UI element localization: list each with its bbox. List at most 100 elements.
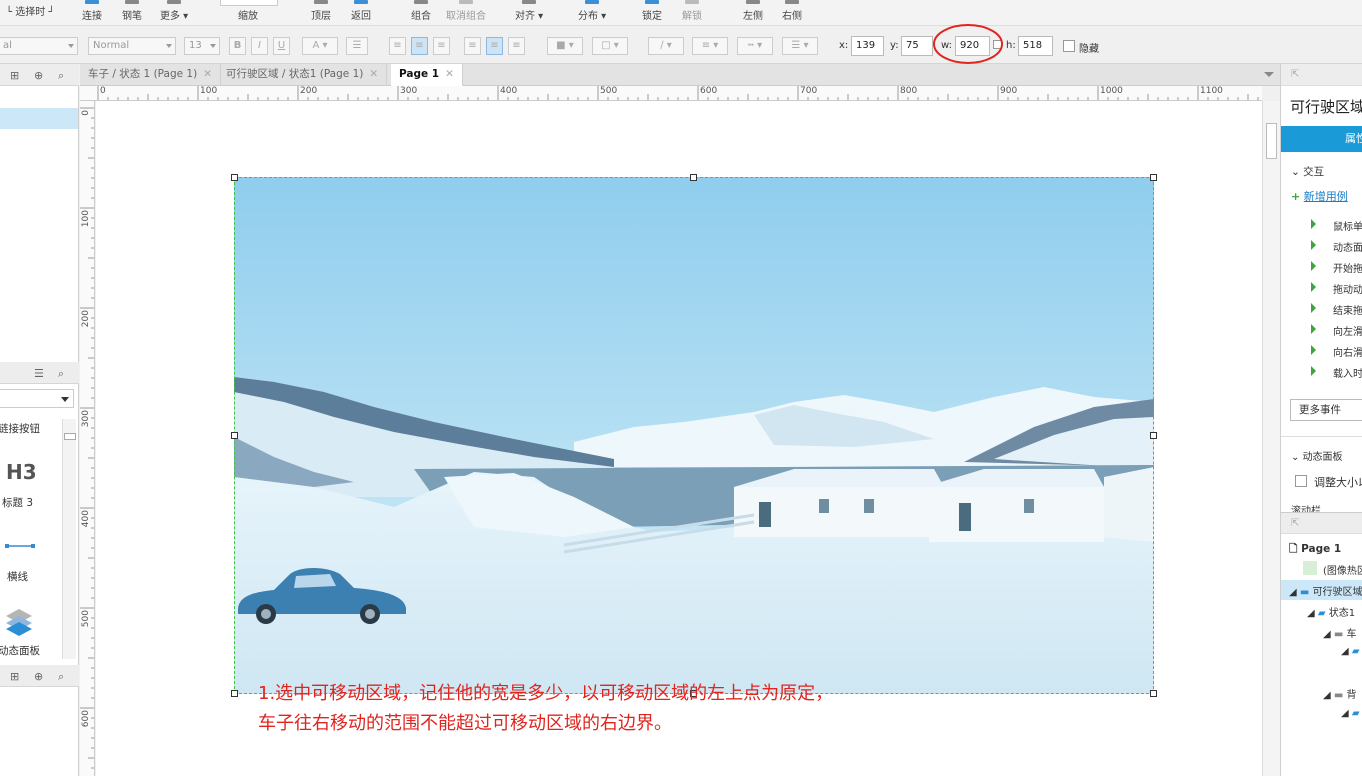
- distribute-button[interactable]: 分布 ▾: [578, 0, 606, 26]
- link-button-widget-label[interactable]: 链接按钮: [0, 421, 40, 436]
- h-input[interactable]: 518: [1018, 36, 1053, 56]
- more-button[interactable]: 更多 ▾: [160, 0, 188, 26]
- outline-car-item[interactable]: ◢ ▬ 车: [1323, 625, 1357, 640]
- shadow-button[interactable]: □ ▾: [592, 37, 628, 55]
- align-button[interactable]: 对齐 ▾: [515, 0, 543, 26]
- add-case-link[interactable]: + 新增用例: [1291, 188, 1348, 204]
- more-events-select[interactable]: 更多事件: [1290, 399, 1362, 421]
- resize-content-checkbox[interactable]: [1295, 475, 1307, 487]
- menu-icon[interactable]: ☰: [34, 367, 44, 380]
- lock-button[interactable]: 锁定: [642, 0, 662, 26]
- line-color-button[interactable]: ∕ ▾: [648, 37, 684, 55]
- resize-handle[interactable]: [690, 174, 697, 181]
- resize-handle[interactable]: [231, 690, 238, 697]
- style-select[interactable]: al: [0, 37, 78, 55]
- format-toolbar: al Normal 13 B I U A ▾ ☰ ≡ ≡ ≡ ≡ ≡ ≡ ■ ▾…: [0, 24, 1362, 64]
- ruler-h-label: 400: [500, 86, 518, 96]
- valign-middle-button[interactable]: ≡: [486, 37, 503, 55]
- font-style-select[interactable]: Normal: [88, 37, 176, 55]
- y-input[interactable]: 75: [901, 36, 933, 56]
- add-master-folder-icon[interactable]: ⊕: [34, 670, 43, 683]
- bold-button[interactable]: B: [229, 37, 246, 55]
- underline-button[interactable]: U: [273, 37, 290, 55]
- bring-to-front-button[interactable]: 顶层: [311, 0, 331, 26]
- outline-bg-state[interactable]: ◢ ▰: [1341, 708, 1360, 719]
- library-search-icon[interactable]: ⌕: [58, 367, 64, 381]
- ruler-h-label: 600: [700, 86, 718, 96]
- library-scrollbar[interactable]: [62, 419, 76, 659]
- annotation-line-1: 1.选中可移动区域，记住他的宽是多少，以可移动区域的左上点为原定，: [258, 683, 834, 704]
- outline-bg-item[interactable]: ◢ ▬ 背: [1323, 686, 1357, 701]
- tab-car-state1[interactable]: 车子 / 状态 1 (Page 1) ✕: [80, 64, 222, 86]
- resize-handle[interactable]: [1150, 690, 1157, 697]
- back-button[interactable]: 返回: [351, 0, 371, 26]
- line-style-button[interactable]: ┅ ▾: [737, 37, 773, 55]
- valign-bottom-button[interactable]: ≡: [508, 37, 525, 55]
- add-page-icon[interactable]: ⊞: [10, 69, 19, 82]
- resize-handle[interactable]: [1150, 432, 1157, 439]
- hidden-checkbox[interactable]: [1063, 40, 1075, 52]
- selected-page-row[interactable]: [0, 108, 78, 129]
- event-item[interactable]: 拖动动态面板时: [1333, 281, 1362, 296]
- event-item[interactable]: 动态面板状态改变时: [1333, 239, 1362, 254]
- align-center-button[interactable]: ≡: [411, 37, 428, 55]
- resize-handle[interactable]: [231, 174, 238, 181]
- align-left-button[interactable]: ≡: [389, 37, 406, 55]
- line-width-button[interactable]: ≡ ▾: [692, 37, 728, 55]
- interactions-section[interactable]: ⌄ 交互: [1291, 164, 1324, 179]
- tab-page1[interactable]: Page 1 ✕: [391, 64, 463, 87]
- align-right-button[interactable]: ≡: [433, 37, 450, 55]
- right-button[interactable]: 右侧: [782, 0, 802, 26]
- outline-header: ⇱: [1281, 512, 1362, 534]
- tab-properties[interactable]: 属性: [1281, 126, 1362, 152]
- x-input[interactable]: 139: [851, 36, 884, 56]
- outline-car-state[interactable]: ◢ ▰: [1341, 646, 1360, 657]
- tabs-dropdown-icon[interactable]: [1264, 72, 1274, 77]
- connect-button[interactable]: 连接: [82, 0, 102, 26]
- heading3-widget-label: 标题 3: [2, 497, 34, 509]
- search-icon[interactable]: ⌕: [58, 69, 64, 83]
- valign-top-button[interactable]: ≡: [464, 37, 481, 55]
- left-button[interactable]: 左侧: [743, 0, 763, 26]
- outline-state-item[interactable]: ◢ ▰ 状态1: [1307, 604, 1355, 619]
- font-color-button[interactable]: A ▾: [302, 37, 338, 55]
- event-item[interactable]: 向左滑动时: [1333, 323, 1362, 338]
- add-folder-icon[interactable]: ⊕: [34, 69, 43, 82]
- event-item[interactable]: 向右滑动时: [1333, 344, 1362, 359]
- fill-color-button[interactable]: ■ ▾: [547, 37, 583, 55]
- outline-hotspot[interactable]: (图像热区): [1323, 562, 1362, 577]
- design-canvas[interactable]: 1.选中可移动区域，记住他的宽是多少，以可移动区域的左上点为原定， 车子往右移动…: [96, 101, 1262, 776]
- event-item[interactable]: 载入时: [1333, 365, 1362, 380]
- hline-widget-icon[interactable]: [5, 542, 35, 550]
- event-item[interactable]: 开始拖动时: [1333, 260, 1362, 275]
- widget-name[interactable]: 可行驶区域: [1290, 96, 1362, 117]
- dynamic-panel-widget-icon[interactable]: [5, 607, 33, 637]
- pen-button[interactable]: 钢笔: [122, 0, 142, 26]
- library-panel-header: ☰ ⌕: [0, 362, 79, 384]
- event-item[interactable]: 鼠标单击时: [1333, 218, 1362, 233]
- ungroup-button[interactable]: 取消组合: [446, 0, 486, 26]
- bullet-list-button[interactable]: ☰: [346, 37, 368, 55]
- event-item[interactable]: 结束拖动时: [1333, 302, 1362, 317]
- unlock-button[interactable]: 解锁: [682, 0, 702, 26]
- group-button[interactable]: 组合: [411, 0, 431, 26]
- masters-search-icon[interactable]: ⌕: [58, 670, 64, 684]
- resize-handle[interactable]: [231, 432, 238, 439]
- add-master-icon[interactable]: ⊞: [10, 670, 19, 683]
- select-mode-button[interactable]: └ 选择时 ┘: [6, 0, 54, 26]
- ruler-v-label: 400: [81, 510, 91, 528]
- dynamic-panel-section[interactable]: ⌄ 动态面板: [1291, 448, 1343, 463]
- outline-panel-item[interactable]: ◢ ▬ 可行驶区域: [1289, 583, 1362, 598]
- canvas-vertical-scrollbar[interactable]: [1262, 101, 1280, 776]
- outline-page[interactable]: 🗋 Page 1: [1289, 541, 1341, 559]
- font-size-select[interactable]: 13: [184, 37, 220, 55]
- resize-handle[interactable]: [1150, 174, 1157, 181]
- h3-widget-icon[interactable]: H3: [6, 460, 37, 484]
- library-select[interactable]: [0, 389, 74, 408]
- scroll-thumb[interactable]: [1266, 123, 1277, 159]
- tab-drivable-area-state1[interactable]: 可行驶区域 / 状态1 (Page 1) ✕: [218, 64, 388, 86]
- dynamic-panel-widget-label: 动态面板: [0, 645, 40, 657]
- italic-button[interactable]: I: [251, 37, 268, 55]
- arrow-style-button[interactable]: ☰ ▾: [782, 37, 818, 55]
- event-icon: [1311, 219, 1316, 229]
